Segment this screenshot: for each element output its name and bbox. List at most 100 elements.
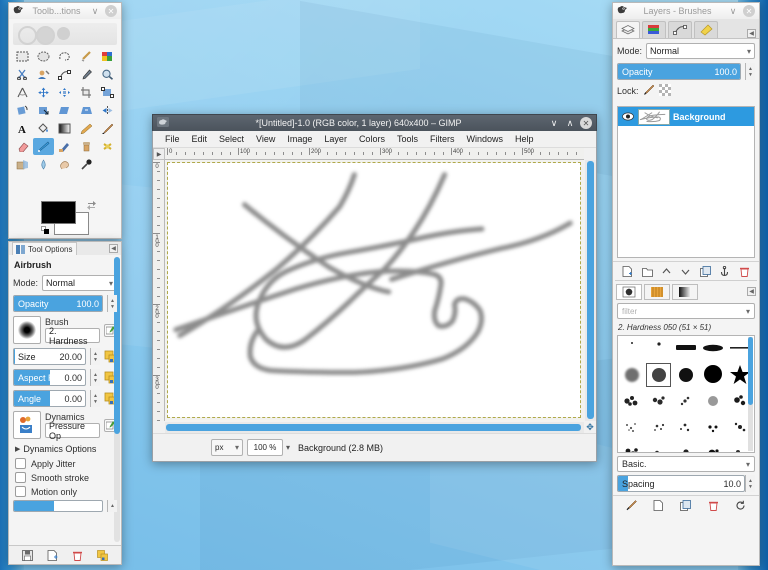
spacing-slider[interactable]: Spacing 10.0 (617, 475, 745, 492)
airbrush-tool[interactable] (33, 138, 53, 155)
gimp-titlebar[interactable]: *[Untitled]-1.0 (RGB color, 1 layer) 640… (152, 114, 597, 131)
menu-windows[interactable]: Windows (460, 133, 509, 145)
tab-undo-history[interactable] (694, 21, 718, 38)
list-item[interactable] (618, 388, 645, 414)
list-item[interactable] (618, 414, 645, 440)
blur-sharpen-tool[interactable] (33, 156, 53, 173)
menu-tools[interactable]: Tools (391, 133, 424, 145)
canvas-area[interactable] (165, 160, 584, 421)
zoom-input[interactable]: 100 % (247, 439, 283, 456)
list-item[interactable] (645, 388, 672, 414)
brush-filter-input[interactable]: filter ▾ (617, 303, 755, 319)
list-item[interactable] (645, 414, 672, 440)
canvas-horizontal-scrollbar[interactable] (165, 422, 584, 433)
aspect-ratio-slider[interactable]: Aspect R... 0.00 (13, 369, 86, 386)
measure-tool[interactable] (12, 84, 32, 101)
right-dock-minimize-button[interactable]: ∨ (727, 5, 739, 17)
new-layer-group-button[interactable] (641, 265, 653, 277)
gimp-close-button[interactable]: ✕ (580, 117, 592, 129)
list-item[interactable] (700, 336, 727, 362)
right-dock-close-button[interactable]: ✕ (743, 5, 755, 17)
reset-colors-icon[interactable] (41, 226, 50, 235)
list-item[interactable] (618, 362, 645, 388)
foreground-color-swatch[interactable] (41, 201, 76, 224)
refresh-brushes-button[interactable] (734, 499, 746, 511)
layer-mode-select[interactable]: Normal ▾ (646, 43, 755, 59)
list-item[interactable] (645, 336, 672, 362)
paths-tool[interactable] (55, 66, 75, 83)
menu-layer[interactable]: Layer (318, 133, 353, 145)
smooth-stroke-row[interactable]: Smooth stroke (15, 472, 117, 483)
motion-only-row[interactable]: Motion only (15, 486, 117, 497)
list-item[interactable] (618, 440, 645, 453)
gradient-tool[interactable] (55, 120, 75, 137)
smooth-stroke-checkbox[interactable] (15, 472, 26, 483)
reset-tool-options-button[interactable] (96, 549, 109, 562)
layer-visibility-icon[interactable] (620, 112, 635, 121)
list-item[interactable] (672, 388, 699, 414)
menu-select[interactable]: Select (213, 133, 250, 145)
menu-view[interactable]: View (250, 133, 281, 145)
list-item[interactable] (700, 388, 727, 414)
shear-tool[interactable] (55, 102, 75, 119)
delete-brush-button[interactable] (707, 499, 719, 511)
canvas-vertical-scrollbar[interactable] (585, 160, 596, 421)
table-row[interactable]: Background (618, 107, 754, 126)
gimp-maximize-button[interactable]: ∧ (564, 117, 576, 129)
duplicate-brush-button[interactable] (680, 499, 692, 511)
aspect-ratio-stepper[interactable]: ▲▼ (90, 369, 100, 386)
menu-edit[interactable]: Edit (186, 133, 214, 145)
color-swatches[interactable] (41, 201, 97, 235)
new-layer-button[interactable] (622, 265, 634, 277)
raise-layer-button[interactable] (661, 265, 673, 277)
new-brush-button[interactable] (653, 499, 665, 511)
chevron-down-icon[interactable]: ▾ (746, 307, 750, 316)
right-dock-titlebar[interactable]: Layers - Brushes ∨ ✕ (612, 2, 760, 19)
toolbox-titlebar[interactable]: Toolb...tions ∨ ✕ (8, 2, 122, 19)
lock-alpha-icon[interactable] (659, 84, 671, 98)
perspective-tool[interactable] (76, 102, 96, 119)
dynamics-options-disclosure[interactable]: ▶ Dynamics Options (15, 444, 117, 454)
swap-colors-icon[interactable] (86, 200, 97, 211)
menu-help[interactable]: Help (509, 133, 540, 145)
ellipse-select-tool[interactable] (33, 48, 53, 65)
apply-jitter-checkbox[interactable] (15, 458, 26, 469)
angle-slider[interactable]: Angle 0.00 (13, 390, 86, 407)
edit-brush-button[interactable] (626, 499, 638, 511)
layers-menu-button[interactable]: ◀ (747, 29, 756, 38)
unified-transform-tool[interactable] (98, 84, 118, 101)
rect-select-tool[interactable] (12, 48, 32, 65)
select-by-color-tool[interactable] (98, 48, 118, 65)
toolbox-close-button[interactable]: ✕ (105, 5, 117, 17)
dodge-burn-tool[interactable] (76, 156, 96, 173)
tab-tool-options[interactable]: Tool Options (12, 242, 77, 255)
brush-preview[interactable] (13, 316, 41, 344)
opacity-stepper[interactable]: ▲▼ (107, 295, 117, 312)
list-item[interactable] (672, 440, 699, 453)
crop-tool[interactable] (76, 84, 96, 101)
tab-paths[interactable] (668, 21, 692, 38)
foreground-select-tool[interactable] (33, 66, 53, 83)
scale-tool[interactable] (33, 102, 53, 119)
navigation-preview-button[interactable]: ✥ (584, 421, 596, 433)
layer-opacity-slider[interactable]: Opacity 100.0 (617, 63, 741, 80)
delete-tool-options-button[interactable] (71, 549, 84, 562)
list-item[interactable] (618, 336, 645, 362)
list-item[interactable] (700, 362, 727, 388)
list-item[interactable] (672, 336, 699, 362)
lock-pixels-icon[interactable] (643, 84, 655, 98)
brushes-menu-button[interactable]: ◀ (747, 287, 756, 296)
lower-layer-button[interactable] (680, 265, 692, 277)
unit-select[interactable]: px ▾ (211, 439, 243, 456)
ruler-origin-button[interactable]: ▶ (153, 148, 165, 160)
bucket-fill-tool[interactable] (33, 120, 53, 137)
tab-brushes[interactable] (616, 284, 642, 300)
tool-options-menu-button[interactable]: ◀ (109, 244, 118, 253)
brush-grid[interactable] (617, 335, 755, 453)
ink-tool[interactable] (55, 138, 75, 155)
dynamics-preview[interactable] (13, 411, 41, 439)
brush-grid-scrollbar[interactable] (748, 337, 753, 451)
list-item[interactable] (645, 362, 672, 388)
paintbrush-tool[interactable] (98, 120, 118, 137)
dynamics-select[interactable]: Pressure Op (45, 423, 100, 438)
